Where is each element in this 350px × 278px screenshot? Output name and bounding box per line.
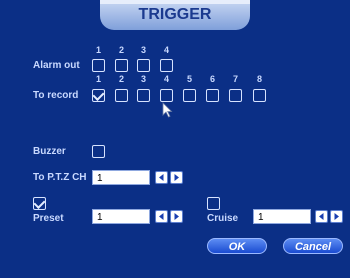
mouse-pointer-icon xyxy=(162,102,173,118)
alarm-out-checkbox-1[interactable] xyxy=(92,59,105,72)
alarm-out-channel-3-number: 3 xyxy=(140,45,146,55)
alarm-out-checkbox-2[interactable] xyxy=(115,59,128,72)
cruise-field[interactable]: 1 xyxy=(253,209,311,224)
right-arrow-icon xyxy=(174,213,179,220)
dialog-title-bar: TRIGGER xyxy=(100,0,250,30)
record-checkbox-5[interactable] xyxy=(183,89,196,102)
cruise-prev-button[interactable] xyxy=(315,210,328,223)
cruise-next-button[interactable] xyxy=(330,210,343,223)
title-highlight xyxy=(100,0,250,4)
dialog-title: TRIGGER xyxy=(138,6,212,23)
left-arrow-icon xyxy=(159,213,164,220)
record-channel-5-number: 5 xyxy=(186,74,192,84)
cruise-checkbox[interactable] xyxy=(207,197,220,210)
record-checkbox-1[interactable] xyxy=(92,89,105,102)
alarm-out-channel-2-number: 2 xyxy=(118,45,124,55)
buzzer-checkbox[interactable] xyxy=(92,145,105,158)
preset-checkbox[interactable] xyxy=(33,197,46,210)
right-arrow-icon xyxy=(334,213,339,220)
preset-next-button[interactable] xyxy=(170,210,183,223)
ptz-channel-label: To P.T.Z CH xyxy=(33,172,87,183)
alarm-out-checkbox-4[interactable] xyxy=(160,59,173,72)
alarm-out-channel-1-number: 1 xyxy=(95,45,101,55)
alarm-out-checkbox-3[interactable] xyxy=(137,59,150,72)
right-arrow-icon xyxy=(174,174,179,181)
cruise-label: Cruise xyxy=(207,213,239,224)
alarm-out-channel-4-number: 4 xyxy=(163,45,169,55)
record-channel-8-number: 8 xyxy=(256,74,262,84)
record-checkbox-6[interactable] xyxy=(206,89,219,102)
record-checkbox-2[interactable] xyxy=(115,89,128,102)
record-checkbox-3[interactable] xyxy=(137,89,150,102)
record-channel-4-number: 4 xyxy=(163,74,169,84)
record-channel-1-number: 1 xyxy=(95,74,101,84)
buzzer-label: Buzzer xyxy=(33,146,66,157)
record-channel-7-number: 7 xyxy=(232,74,238,84)
ok-button[interactable]: OK xyxy=(207,238,267,254)
left-arrow-icon xyxy=(159,174,164,181)
alarm-out-label: Alarm out xyxy=(33,60,80,71)
ptz-channel-field[interactable]: 1 xyxy=(92,170,150,185)
cancel-button[interactable]: Cancel xyxy=(283,238,343,254)
preset-prev-button[interactable] xyxy=(155,210,168,223)
ptz-prev-button[interactable] xyxy=(155,171,168,184)
record-channel-6-number: 6 xyxy=(209,74,215,84)
record-checkbox-7[interactable] xyxy=(229,89,242,102)
to-record-label: To record xyxy=(33,90,79,101)
record-checkbox-4[interactable] xyxy=(160,89,173,102)
record-channel-3-number: 3 xyxy=(140,74,146,84)
trigger-dialog: TRIGGER 1 2 3 4 Alarm out 1 2 3 4 5 6 7 … xyxy=(0,0,350,278)
ptz-next-button[interactable] xyxy=(170,171,183,184)
record-channel-2-number: 2 xyxy=(118,74,124,84)
record-checkbox-8[interactable] xyxy=(253,89,266,102)
preset-label: Preset xyxy=(33,213,64,224)
left-arrow-icon xyxy=(319,213,324,220)
preset-field[interactable]: 1 xyxy=(92,209,150,224)
